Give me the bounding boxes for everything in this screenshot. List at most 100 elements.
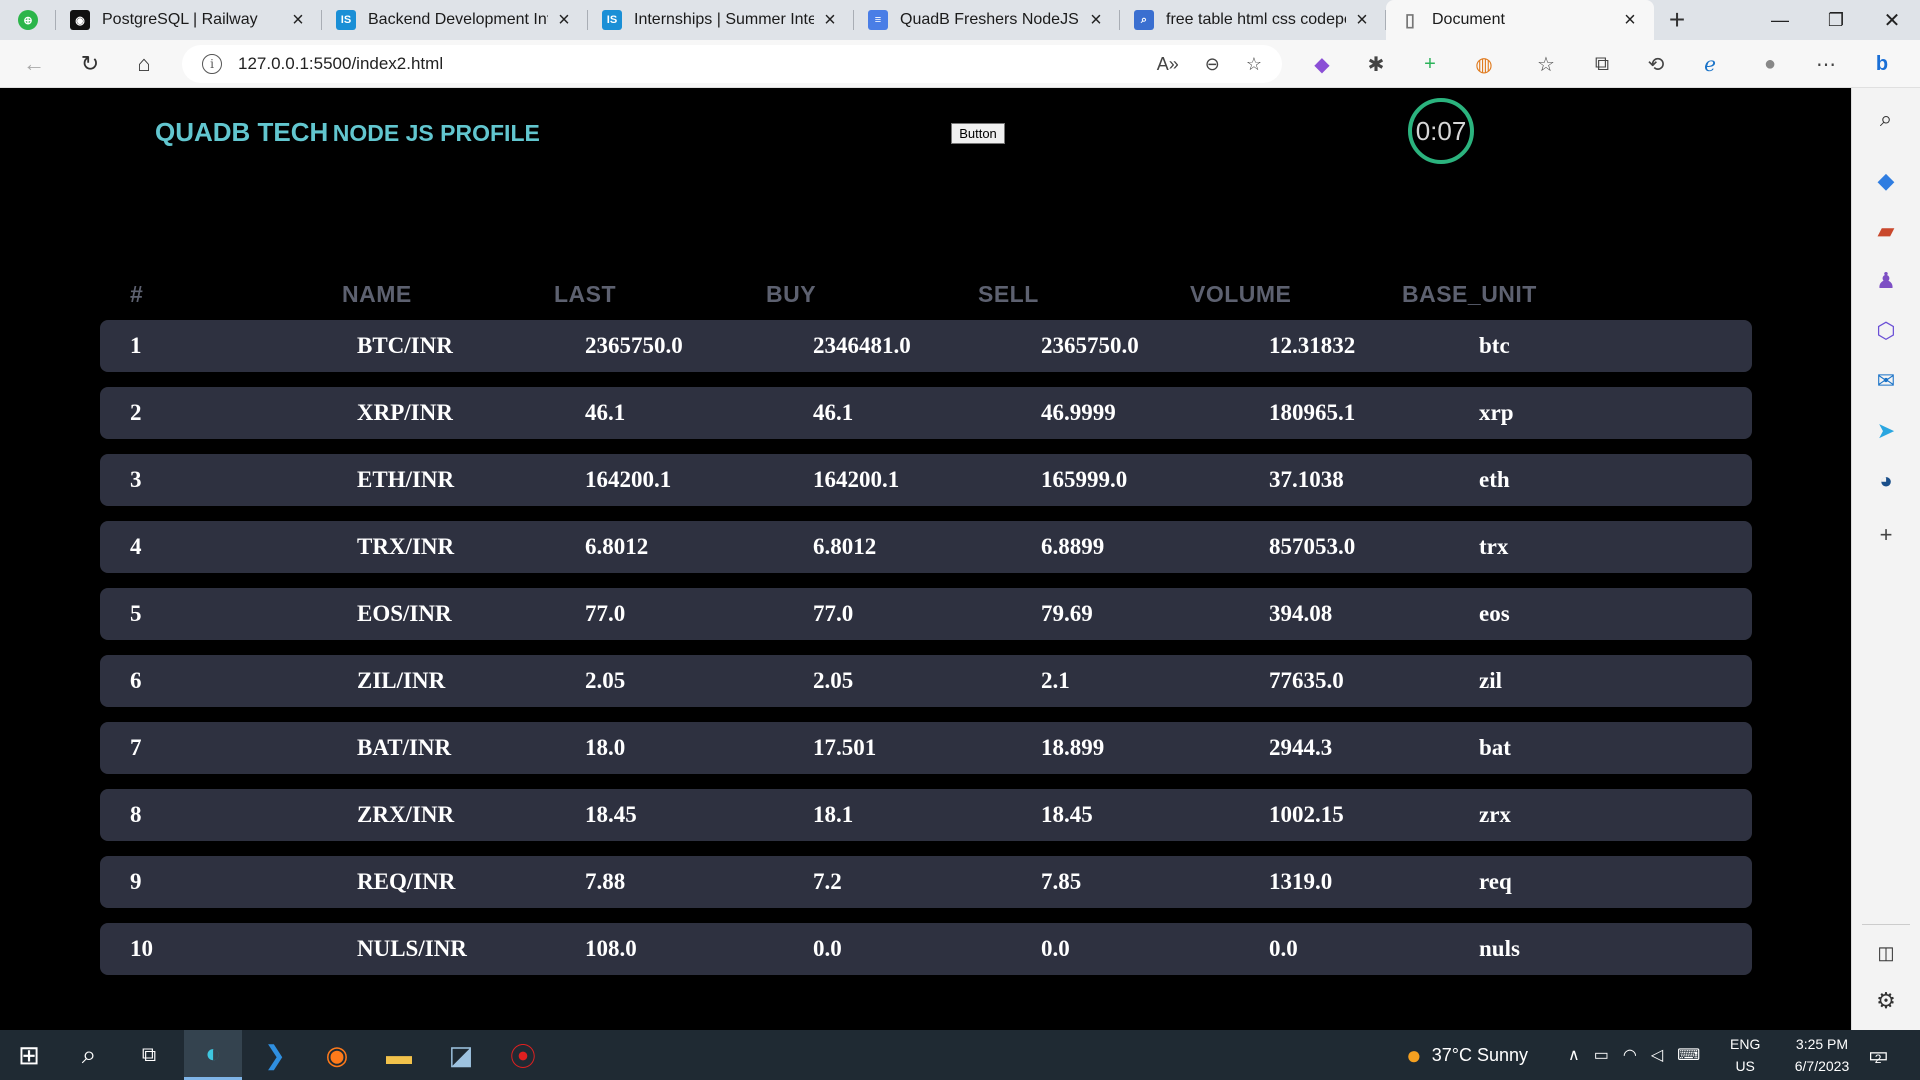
ie-mode-icon[interactable]: ℯ	[1696, 50, 1724, 78]
table-row: 1 BTC/INR 2365750.0 2346481.0 2365750.0 12.31…	[100, 320, 1752, 372]
tab-title: free table html css codepen	[1166, 11, 1346, 28]
table-cell: XRP/INR	[357, 400, 453, 425]
clock[interactable]: 3:25 PM 6/7/2023	[1780, 1030, 1864, 1080]
system-tray-icons: ∧ ▭ ◠ ◁ ⌨	[1568, 1030, 1700, 1080]
browser-tab[interactable]: ◉ PostgreSQL | Railway ×	[56, 0, 322, 40]
outlook-icon[interactable]: ✉	[1869, 364, 1903, 398]
browser-tab[interactable]: ⌕ free table html css codepen ×	[1120, 0, 1386, 40]
zoom-icon[interactable]: ⊖	[1205, 54, 1220, 75]
table-cell: 6.8012	[813, 534, 877, 559]
tools-briefcase-icon[interactable]: ▰	[1869, 214, 1903, 248]
add-sidebar-app-icon[interactable]: +	[1869, 518, 1903, 552]
battery-icon[interactable]: ▭	[1594, 1045, 1609, 1065]
speaker-icon[interactable]: ◁	[1651, 1045, 1663, 1065]
table-cell: 2.1	[1041, 668, 1070, 693]
table-cell: NULS/INR	[357, 936, 467, 961]
page-button[interactable]: Button	[951, 123, 1005, 144]
brand-name: QUADB TECH	[155, 117, 329, 147]
more-menu-icon[interactable]: ⋯	[1812, 50, 1840, 78]
history-icon[interactable]: ⟲	[1642, 50, 1670, 78]
table-cell: 108.0	[585, 936, 637, 961]
close-window-button[interactable]: ✕	[1864, 0, 1920, 40]
hide-sidebar-icon[interactable]: ◫	[1869, 936, 1903, 970]
chevron-up-icon[interactable]: ∧	[1568, 1045, 1580, 1065]
plus-extension-icon[interactable]: +	[1416, 50, 1444, 78]
table-cell: 17.501	[813, 735, 877, 760]
table-cell: 7.2	[813, 869, 842, 894]
url-text[interactable]: 127.0.0.1:5500/index2.html	[238, 54, 443, 74]
taskbar-file-explorer[interactable]: ▬	[370, 1030, 428, 1080]
table-cell: 7.88	[585, 869, 626, 894]
workspaces-button[interactable]: ⊕	[0, 0, 56, 40]
table-row: 6 ZIL/INR 2.05 2.05 2.1 77635.0 zil	[100, 655, 1752, 707]
tab-close-icon[interactable]: ×	[820, 9, 840, 32]
office-icon[interactable]: ⬡	[1869, 314, 1903, 348]
taskbar-app[interactable]: ◪	[432, 1030, 490, 1080]
column-header: LAST	[554, 281, 617, 307]
language-indicator[interactable]: ENG US	[1730, 1030, 1760, 1080]
tab-close-icon[interactable]: ×	[1086, 9, 1106, 32]
sidebar-settings-icon[interactable]: ⚙	[1869, 984, 1903, 1018]
taskbar-edge[interactable]: ◐	[184, 1030, 242, 1080]
taskbar-recorder[interactable]: ⦿	[494, 1030, 552, 1080]
drop-icon[interactable]: ◕	[1869, 464, 1903, 498]
table-cell: 37.1038	[1269, 467, 1344, 492]
column-header: NAME	[342, 281, 412, 307]
tab-title: PostgreSQL | Railway	[102, 11, 258, 28]
wifi-icon[interactable]: ◠	[1623, 1045, 1637, 1065]
table-cell: 180965.1	[1269, 400, 1356, 425]
tab-close-icon[interactable]: ×	[1352, 9, 1372, 32]
search-icon[interactable]: ⌕	[1869, 102, 1903, 136]
edge-sidebar: ⌕ ◆ ▰ ♟ ⬡ ✉ ➤ ◕ + ◫ ⚙	[1851, 88, 1920, 1030]
home-button[interactable]: ⌂	[126, 46, 162, 82]
tab-title: Backend Development Inter	[368, 11, 548, 28]
table-cell: eos	[1479, 601, 1510, 626]
bing-chat-icon[interactable]: b	[1868, 50, 1896, 78]
table-cell: REQ/INR	[357, 869, 456, 894]
column-header: VOLUME	[1190, 281, 1292, 307]
weather-widget[interactable]: ● 37°C Sunny	[1406, 1030, 1528, 1080]
table-cell: 18.899	[1041, 735, 1105, 760]
taskbar-vscode[interactable]: ❯	[246, 1030, 304, 1080]
table-cell: xrp	[1479, 400, 1514, 425]
collections-icon[interactable]: ⧉	[1588, 50, 1616, 78]
taskbar-firefox[interactable]: ◉	[308, 1030, 366, 1080]
table-cell: 7.85	[1041, 869, 1082, 894]
profile-avatar-icon[interactable]: ●	[1756, 50, 1784, 78]
games-icon[interactable]: ♟	[1869, 264, 1903, 298]
extension-icon[interactable]: ◆	[1308, 50, 1336, 78]
notification-center[interactable]: ▭ 2	[1868, 1030, 1889, 1080]
table-cell: 2365750.0	[1041, 333, 1139, 358]
read-aloud-icon[interactable]: A»	[1157, 54, 1179, 75]
browser-tab[interactable]: ≡ QuadB Freshers NodeJS dev ×	[854, 0, 1120, 40]
tab-close-icon[interactable]: ×	[288, 9, 308, 32]
tab-title: Document	[1432, 11, 1505, 28]
table-cell: 2346481.0	[813, 333, 911, 358]
folder-icon: ▬	[386, 1039, 412, 1070]
url-field[interactable]: i 127.0.0.1:5500/index2.html A» ⊖ ☆	[182, 45, 1282, 83]
back-button[interactable]: ←	[16, 46, 52, 82]
taskbar-search-button[interactable]: ⌕	[60, 1030, 118, 1080]
table-cell: 0.0	[1269, 936, 1298, 961]
start-button[interactable]: ⊞	[0, 1030, 58, 1080]
new-tab-button[interactable]: +	[1654, 0, 1700, 40]
send-icon[interactable]: ➤	[1869, 414, 1903, 448]
reload-button[interactable]: ↻	[72, 46, 108, 82]
favorites-icon[interactable]: ☆	[1532, 50, 1560, 78]
favorite-star-icon[interactable]: ☆	[1246, 54, 1262, 75]
browser-tab[interactable]: IS Backend Development Inter ×	[322, 0, 588, 40]
shopping-tag-icon[interactable]: ◆	[1869, 164, 1903, 198]
lang-code: ENG	[1730, 1036, 1761, 1052]
shield-extension-icon[interactable]: ◍	[1470, 50, 1498, 78]
minimize-button[interactable]: —	[1752, 0, 1808, 40]
tab-favicon-icon: IS	[336, 10, 356, 30]
tab-close-icon[interactable]: ×	[554, 9, 574, 32]
browser-tab[interactable]: ▯ Document ×	[1386, 0, 1654, 40]
tab-close-icon[interactable]: ×	[1620, 9, 1640, 32]
bug-extension-icon[interactable]: ✱	[1362, 50, 1390, 78]
keyboard-icon[interactable]: ⌨	[1677, 1045, 1700, 1065]
task-view-button[interactable]: ⧉	[120, 1030, 178, 1080]
restore-button[interactable]: ❐	[1808, 0, 1864, 40]
browser-tab[interactable]: IS Internships | Summer Intern ×	[588, 0, 854, 40]
site-info-icon[interactable]: i	[202, 54, 222, 74]
